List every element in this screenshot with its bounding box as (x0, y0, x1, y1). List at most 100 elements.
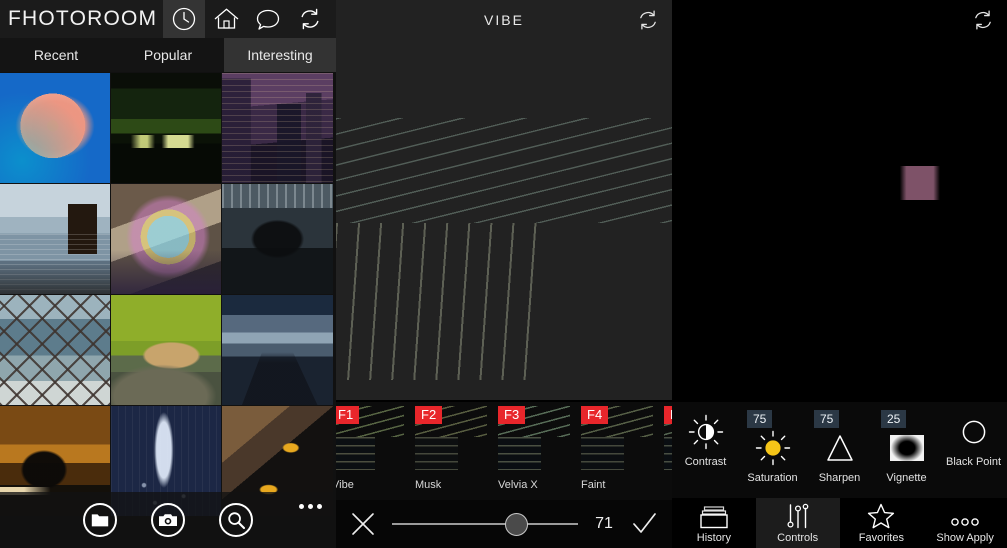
cancel-button[interactable] (350, 511, 376, 537)
comment-icon (257, 9, 280, 30)
adjustment-label: Saturation (747, 472, 798, 484)
filter-item[interactable]: F5 (658, 402, 672, 491)
filter-badge: F2 (415, 406, 443, 424)
adjustment-contrast[interactable]: Contrast (672, 410, 739, 468)
photo-grid (0, 72, 336, 548)
adjustment-label: Black Point (945, 456, 1002, 468)
filter-editor-screen: VIBE F1 ibe F2 Musk F3 Velvia X F4 Faint… (336, 0, 672, 548)
adjustment-black-point[interactable]: Black Point (940, 410, 1007, 468)
folder-icon (91, 513, 109, 526)
camera-icon (159, 514, 177, 526)
search-button[interactable] (219, 503, 253, 537)
header-refresh-tab[interactable] (289, 0, 331, 38)
tab-recent[interactable]: Recent (0, 38, 112, 72)
refresh-icon (301, 8, 319, 30)
editor-preview-image[interactable] (336, 118, 672, 380)
tab-popular[interactable]: Popular (112, 38, 224, 72)
filter-thumbnail[interactable]: F5 (664, 406, 672, 474)
grid-item[interactable] (111, 184, 221, 294)
filter-item[interactable]: F2 Musk (409, 402, 491, 491)
grid-item[interactable] (222, 295, 333, 405)
app-header: FHOTOROOM (0, 0, 336, 38)
filter-label: Musk (415, 479, 442, 491)
tab-interesting[interactable]: Interesting (224, 38, 336, 72)
filter-thumbnail[interactable]: F1 (336, 406, 404, 474)
tab-controls[interactable]: Controls (755, 498, 840, 548)
filter-item[interactable]: F1 Vibe (336, 402, 408, 491)
intensity-slider-bar: 71 (336, 500, 672, 548)
filter-strip[interactable]: F1 Vibe F2 Musk (336, 402, 672, 500)
adjustment-sharpen[interactable]: 75 Sharpen (806, 410, 873, 484)
controls-refresh-button[interactable] (971, 8, 995, 37)
gallery-bottom-toolbar (0, 492, 336, 548)
grid-item[interactable] (111, 73, 221, 183)
three-screen-composite: FHOTOROOM Recent Popular Interesting VIB… (0, 0, 1007, 548)
controls-header (672, 0, 1007, 44)
grid-item[interactable] (0, 184, 110, 294)
adjustments-row: Contrast 75 Saturation 75 Sharpen 25 Vig… (672, 402, 1007, 498)
saturation-sun-icon (754, 426, 792, 470)
grid-item[interactable] (222, 184, 333, 294)
header-comments-tab[interactable] (247, 0, 289, 38)
filter-thumbnail[interactable]: F2 (415, 406, 487, 474)
accept-button[interactable] (630, 510, 658, 538)
filter-badge: F5 (664, 406, 672, 424)
adjustment-label: Sharpen (818, 472, 861, 484)
gallery-screen: FHOTOROOM Recent Popular Interesting (0, 0, 336, 548)
slider-value: 71 (595, 515, 613, 532)
check-icon (633, 513, 656, 533)
adjustment-label: Contrast (684, 456, 727, 468)
controls-preview-image[interactable] (672, 166, 1007, 424)
editor-refresh-button[interactable] (636, 8, 660, 37)
header-clock-tab[interactable] (163, 0, 206, 38)
grid-item[interactable] (111, 295, 221, 405)
vignette-icon (889, 426, 924, 470)
app-title: FHOTOROOM (8, 7, 158, 30)
more-icon[interactable] (299, 504, 322, 509)
editor-header: VIBE (336, 0, 672, 40)
tab-label: History (696, 531, 731, 544)
contrast-icon (687, 410, 725, 454)
filter-label: Velvia X (498, 479, 538, 491)
grid-item[interactable] (0, 73, 110, 183)
filter-thumbnail[interactable]: F4 (581, 406, 653, 474)
home-icon (214, 8, 239, 29)
editor-title: VIBE (484, 12, 524, 28)
tab-label: Show Apply (936, 531, 994, 544)
tab-label: Controls (777, 531, 819, 544)
tab-label: Favorites (858, 531, 904, 544)
clock-icon (173, 7, 196, 31)
controls-screen: Contrast 75 Saturation 75 Sharpen 25 Vig… (672, 0, 1007, 548)
black-point-circle-icon (959, 410, 989, 454)
slider-knob[interactable] (505, 513, 529, 536)
sharpen-triangle-icon (821, 426, 859, 470)
star-icon (867, 503, 895, 529)
intensity-slider[interactable] (392, 513, 578, 536)
tab-history[interactable]: History (672, 498, 756, 548)
more-icon (948, 503, 982, 529)
adjustment-value-badge: 25 (881, 410, 907, 428)
filter-badge: F4 (581, 406, 609, 424)
controls-tabbar: History Controls Favorites Show Apply (672, 498, 1007, 548)
folder-button[interactable] (83, 503, 117, 537)
camera-button[interactable] (151, 503, 185, 537)
sliders-icon (783, 503, 813, 529)
filter-strip-track: F1 Vibe F2 Musk (336, 402, 672, 491)
close-icon (352, 513, 374, 535)
filter-badge: F1 (336, 406, 360, 424)
filter-badge: F3 (498, 406, 526, 424)
grid-item[interactable] (222, 73, 333, 183)
controls-preview-stage (672, 44, 1007, 400)
adjustment-vignette[interactable]: 25 Vignette (873, 410, 940, 484)
adjustment-value-badge: 75 (747, 410, 773, 428)
adjustment-saturation[interactable]: 75 Saturation (739, 410, 806, 484)
tab-show-apply[interactable]: Show Apply (923, 498, 1007, 548)
header-icon-group (163, 0, 331, 38)
editor-preview-stage (336, 40, 672, 400)
filter-thumbnail[interactable]: F3 (498, 406, 570, 474)
header-home-tab[interactable] (205, 0, 247, 38)
tab-favorites[interactable]: Favorites (840, 498, 924, 548)
filter-item[interactable]: F3 Velvia X (492, 402, 574, 491)
filter-item[interactable]: F4 Faint (575, 402, 657, 491)
grid-item[interactable] (0, 295, 110, 405)
